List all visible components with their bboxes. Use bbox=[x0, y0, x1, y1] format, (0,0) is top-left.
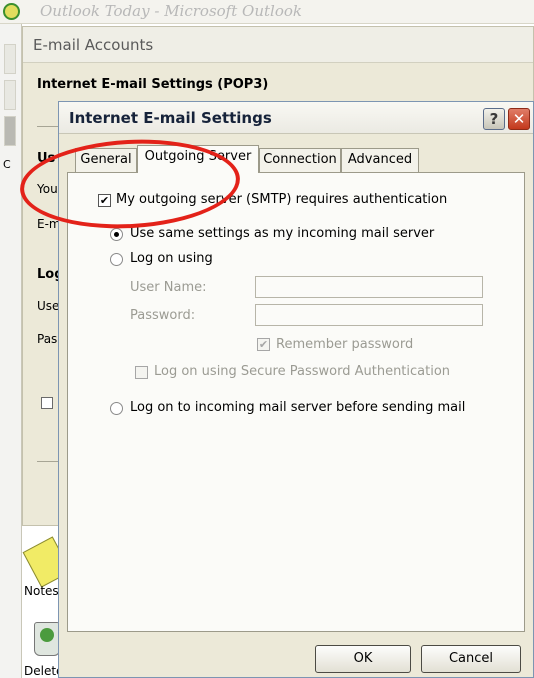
notes-shortcut-label[interactable]: Notes bbox=[24, 584, 59, 598]
email-accounts-checkbox[interactable] bbox=[41, 397, 53, 409]
dialog-title: Internet E-mail Settings bbox=[69, 109, 272, 127]
logon-before-sending-radio[interactable] bbox=[110, 402, 123, 415]
password-field[interactable] bbox=[255, 304, 483, 326]
spa-checkbox[interactable] bbox=[135, 366, 148, 379]
user-name-label: User Name: bbox=[130, 280, 207, 295]
recycle-icon bbox=[40, 628, 54, 642]
radio-dot bbox=[114, 232, 119, 237]
nav-stub bbox=[4, 44, 16, 74]
outlook-titlebar: Outlook Today - Microsoft Outlook bbox=[0, 0, 534, 24]
outlook-fragment-c: C bbox=[3, 158, 11, 171]
outlook-title: Outlook Today - Microsoft Outlook bbox=[40, 2, 302, 20]
logon-before-sending-label[interactable]: Log on to incoming mail server before se… bbox=[130, 400, 465, 415]
label-fragment-password: Pas bbox=[37, 332, 58, 346]
tab-advanced[interactable]: Advanced bbox=[341, 148, 419, 172]
close-button[interactable]: ✕ bbox=[508, 108, 530, 130]
cancel-button[interactable]: Cancel bbox=[421, 645, 521, 673]
outgoing-server-panel: ✔ My outgoing server (SMTP) requires aut… bbox=[67, 172, 525, 632]
spa-label[interactable]: Log on using Secure Password Authenticat… bbox=[154, 364, 450, 379]
email-accounts-titlebar: E-mail Accounts bbox=[23, 27, 533, 63]
same-settings-radio[interactable] bbox=[110, 228, 123, 241]
user-name-field[interactable] bbox=[255, 276, 483, 298]
email-accounts-title: E-mail Accounts bbox=[33, 36, 154, 54]
logon-using-radio[interactable] bbox=[110, 253, 123, 266]
ok-button[interactable]: OK bbox=[315, 645, 411, 673]
dialog-titlebar: Internet E-mail Settings ? ✕ bbox=[59, 102, 533, 134]
remember-password-checkbox[interactable]: ✔ bbox=[257, 338, 270, 351]
nav-stub bbox=[4, 80, 16, 110]
logon-using-label[interactable]: Log on using bbox=[130, 251, 213, 266]
label-fragment-username: Use bbox=[37, 299, 60, 313]
remember-password-label[interactable]: Remember password bbox=[276, 337, 413, 352]
nav-stub bbox=[4, 116, 16, 146]
outlook-nav-strip: C bbox=[0, 24, 22, 678]
email-accounts-subtitle: Internet E-mail Settings (POP3) bbox=[37, 77, 269, 92]
tab-connection[interactable]: Connection bbox=[259, 148, 341, 172]
outlook-app-icon bbox=[3, 3, 20, 20]
same-settings-label[interactable]: Use same settings as my incoming mail se… bbox=[130, 226, 434, 241]
password-label: Password: bbox=[130, 308, 196, 323]
help-button[interactable]: ? bbox=[483, 108, 505, 130]
